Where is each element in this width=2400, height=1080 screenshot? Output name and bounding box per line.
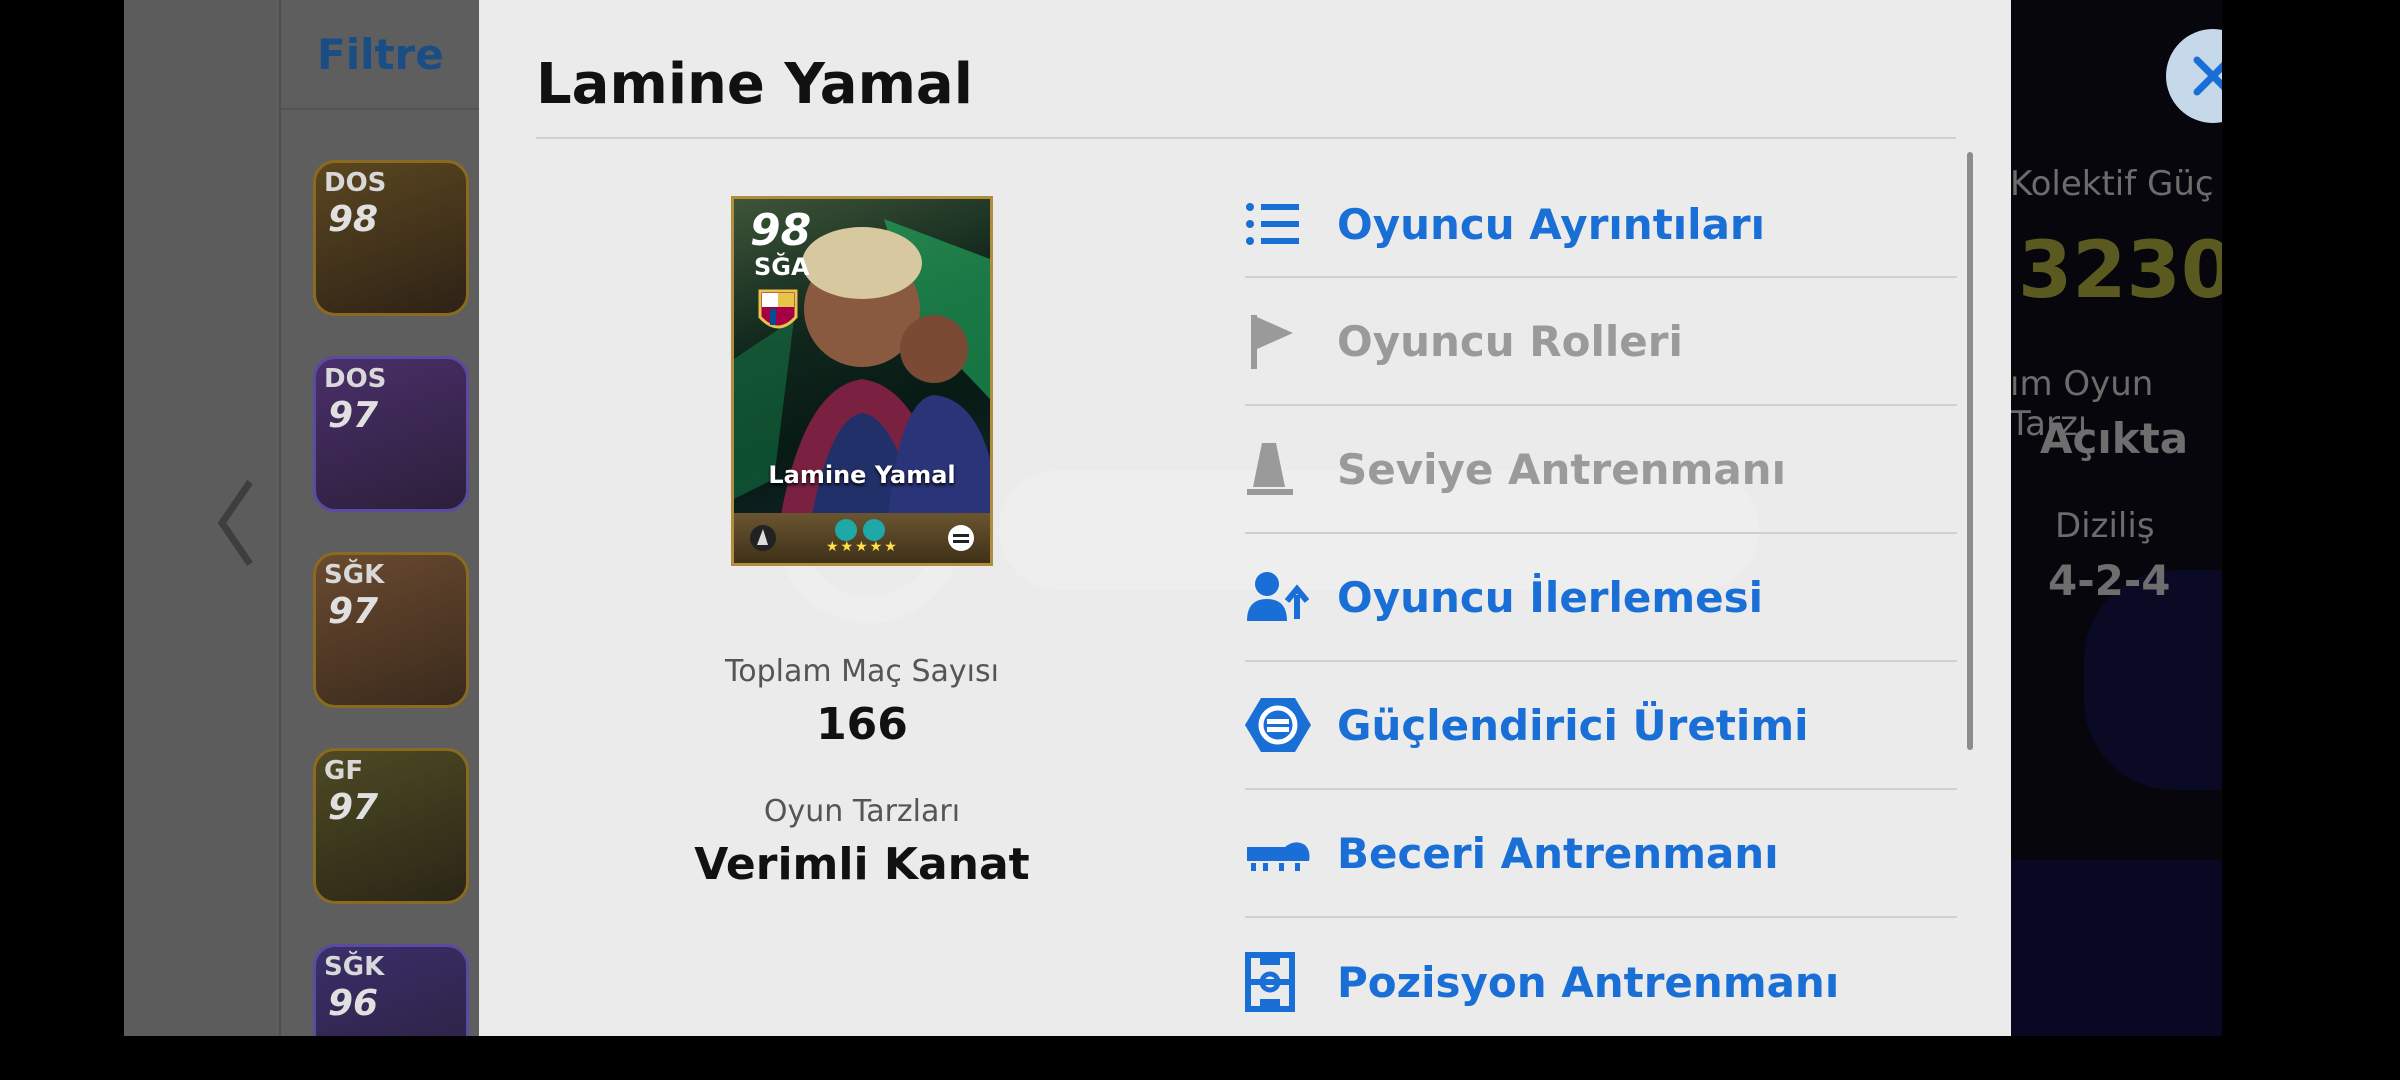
total-matches-value: 166 [816,699,908,750]
team-playstyle-value: Açıkta [2040,414,2189,463]
formation-value: 4-2-4 [2048,556,2171,605]
player-card-thumb[interactable]: DOS 97 [313,356,469,512]
card-footer: ★★★★★ [734,513,990,563]
card-rating: 98 [750,205,812,256]
skill-icon [750,525,776,551]
close-button[interactable] [2166,29,2222,123]
game-screen: Filtre DOS 98 DOS 97 SĞK 97 GF 97 SĞK 96… [124,0,2222,1036]
card-position: SĞK [324,952,385,982]
card-position: SĞK [324,560,385,590]
efootball-logo-icon [948,525,974,551]
card-rating: 97 [328,395,379,436]
playstyles-value: Verimli Kanat [694,839,1030,890]
cone-icon [1245,441,1311,497]
modal-title: Lamine Yamal [536,52,973,117]
menu-item-player-progress[interactable]: Oyuncu İlerlemesi [1245,534,1957,662]
menu-item-level-training[interactable]: Seviye Antrenmanı [1245,406,1957,534]
pitch-icon [1245,952,1311,1012]
player-card-thumb[interactable]: SĞK 96 [313,944,469,1036]
menu-item-label: Oyuncu Ayrıntıları [1337,199,1766,249]
menu-item-position-training[interactable]: Pozisyon Antrenmanı [1245,918,1957,1036]
menu-item-label: Oyuncu Rolleri [1337,316,1683,366]
chevron-left-icon [217,480,253,566]
boot-icon [1245,825,1311,881]
background-left-panel [124,0,279,1036]
flag-icon [1245,313,1311,369]
menu-item-skill-training[interactable]: Beceri Antrenmanı [1245,790,1957,918]
card-position: DOS [324,168,387,198]
team-strength-label: Kolektif Güç [2010,164,2214,204]
player-action-modal: Lamine Yamal 98 SĞA Lamine Yamal ★★★★★ T… [479,0,2011,1036]
team-strength-value: 3230 [2018,226,2222,316]
card-position: DOS [324,364,387,394]
list-icon [1245,196,1311,252]
playstyles: Oyun Tarzları Verimli Kanat [639,794,1085,890]
close-icon [2193,56,2222,96]
player-progress-icon [1245,569,1311,625]
card-rating: 96 [328,983,379,1024]
player-card-thumb[interactable]: GF 97 [313,748,469,904]
total-matches: Toplam Maç Sayısı 166 [639,654,1085,750]
card-player-name: Lamine Yamal [768,461,956,489]
card-rating: 97 [328,787,379,828]
scrollbar[interactable] [1967,152,1973,750]
filter-button[interactable]: Filtre [317,30,444,79]
player-card-thumb[interactable]: DOS 98 [313,160,469,316]
menu-item-label: Beceri Antrenmanı [1337,828,1779,878]
menu-item-label: Pozisyon Antrenmanı [1337,957,1840,1007]
menu-item-label: Seviye Antrenmanı [1337,444,1786,494]
card-position: GF [324,756,364,786]
club-crest-icon [758,289,798,329]
playstyles-label: Oyun Tarzları [763,794,961,829]
card-rating: 98 [328,199,379,240]
player-card-thumb[interactable]: SĞK 97 [313,552,469,708]
divider [536,137,1956,139]
menu-item-label: Güçlendirici Üretimi [1337,700,1809,750]
player-action-menu: Oyuncu Ayrıntıları Oyuncu Rolleri Seviye… [1245,172,1957,1036]
player-card[interactable]: 98 SĞA Lamine Yamal ★★★★★ [731,196,993,566]
star-rating-icon: ★★★★★ [826,539,899,555]
card-position: SĞA [754,253,810,281]
total-matches-label: Toplam Maç Sayısı [725,654,999,689]
card-rating: 97 [328,591,379,632]
menu-item-label: Oyuncu İlerlemesi [1337,572,1764,622]
menu-item-player-roles[interactable]: Oyuncu Rolleri [1245,278,1957,406]
menu-item-player-details[interactable]: Oyuncu Ayrıntıları [1245,172,1957,278]
booster-icon [1245,697,1311,753]
formation-label: Diziliş [2055,506,2155,546]
menu-item-booster-creation[interactable]: Güçlendirici Üretimi [1245,662,1957,790]
